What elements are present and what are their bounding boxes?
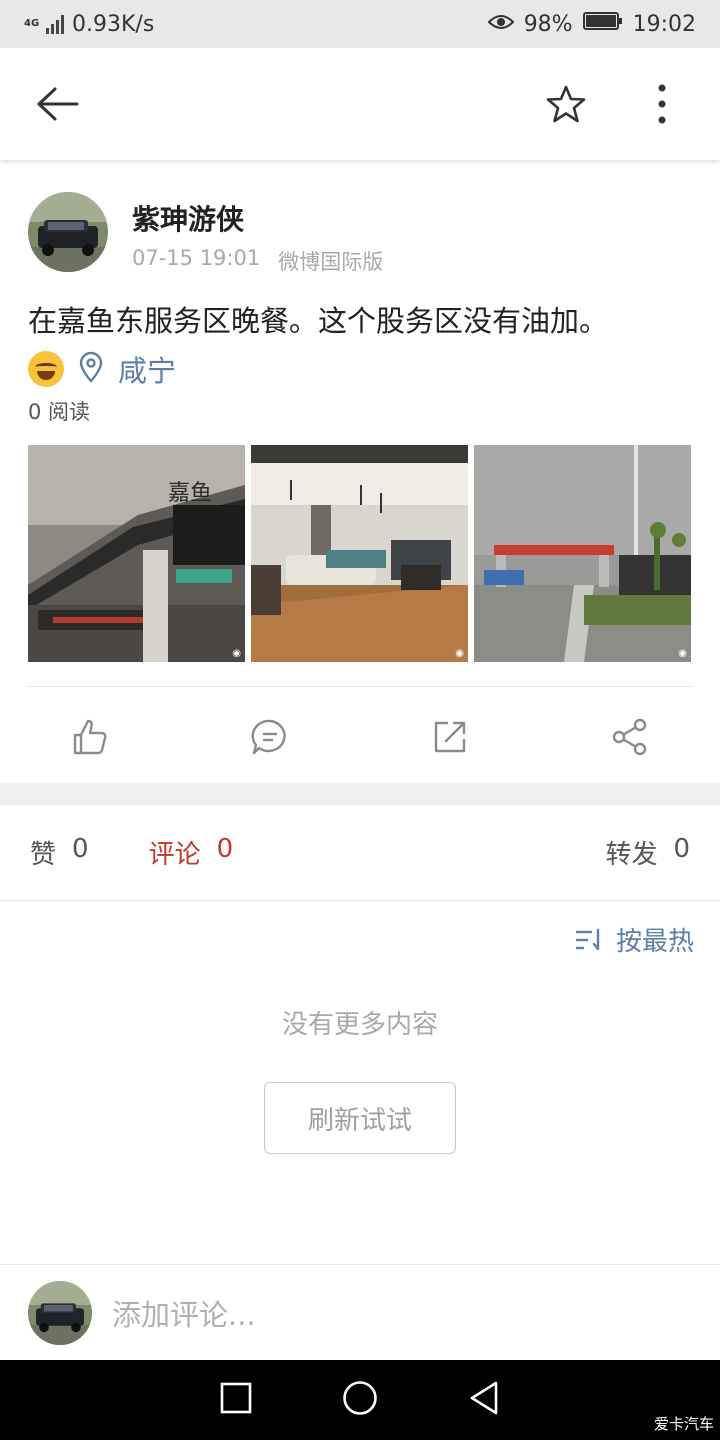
photo-2[interactable]: ◉ — [251, 445, 468, 662]
likes-label: 赞 — [30, 840, 57, 870]
sort-label: 按最热 — [615, 927, 694, 957]
post-header: 紫珅游侠 07-15 19:01 微博国际版 — [0, 170, 720, 280]
battery-icon — [582, 11, 623, 37]
action-row — [0, 700, 720, 774]
location-link[interactable]: 咸宁 — [118, 348, 176, 390]
location-row: 咸宁 — [28, 348, 176, 390]
clock: 19:02 — [632, 11, 696, 37]
square-icon — [220, 1382, 252, 1414]
reposts-tab[interactable]: 转发 0 — [605, 834, 690, 871]
user-avatar — [28, 1280, 92, 1345]
thumbs-up-icon — [73, 719, 107, 755]
comment-input[interactable]: 添加评论... — [112, 1292, 256, 1334]
share-button[interactable] — [540, 700, 720, 774]
photo-1[interactable]: 嘉鱼 ◉ — [28, 445, 245, 662]
repost-button[interactable] — [360, 700, 540, 774]
status-bar: 4G 0.93K/s 98% 19:02 — [0, 0, 720, 48]
arrow-left-icon — [37, 87, 79, 121]
more-button[interactable] — [634, 76, 690, 132]
reposts-count: 0 — [673, 834, 690, 864]
recents-button[interactable] — [220, 1382, 252, 1418]
post-time: 07-15 19:01 — [132, 246, 261, 270]
post-source: 微博国际版 — [278, 250, 384, 274]
network-speed: 0.93K/s — [72, 11, 155, 37]
system-nav-bar: 爱卡汽车 — [0, 1360, 720, 1440]
back-nav-button[interactable] — [468, 1380, 500, 1420]
app-bar — [0, 48, 720, 160]
likes-count: 0 — [72, 834, 89, 864]
comment-button[interactable] — [180, 700, 360, 774]
divider — [28, 686, 692, 687]
laugh-cry-emoji-icon — [28, 351, 64, 387]
post-card: 紫珅游侠 07-15 19:01 微博国际版 在嘉鱼东服务区晚餐。这个股务区没有… — [0, 170, 720, 756]
section-separator — [0, 783, 720, 805]
watermark: 爱卡汽车 — [653, 1415, 714, 1433]
home-button[interactable] — [342, 1380, 378, 1420]
signal-icon — [46, 14, 64, 34]
post-text: 在嘉鱼东服务区晚餐。这个股务区没有油加。 — [28, 304, 609, 338]
weibo-watermark-icon: ◉ — [232, 648, 241, 659]
sort-button[interactable]: 按最热 — [574, 921, 694, 958]
status-left: 4G 0.93K/s — [24, 12, 154, 37]
more-vertical-icon — [658, 84, 666, 124]
svg-text:嘉鱼: 嘉鱼 — [168, 481, 212, 506]
photo-grid: 嘉鱼 ◉ ◉ ◉ — [28, 445, 691, 662]
back-button[interactable] — [30, 76, 86, 132]
sort-icon — [575, 928, 600, 950]
favorite-button[interactable] — [538, 76, 594, 132]
author-avatar[interactable] — [28, 192, 108, 272]
likes-tab[interactable]: 赞 0 — [30, 834, 89, 871]
weibo-watermark-icon: ◉ — [455, 648, 464, 659]
battery-level: 98% — [523, 11, 573, 37]
post-meta: 07-15 19:01 微博国际版 — [132, 246, 383, 276]
comments-tab[interactable]: 评论 0 — [149, 834, 234, 871]
weibo-watermark-icon: ◉ — [678, 648, 687, 659]
comment-bubble-icon — [251, 719, 286, 755]
circle-icon — [343, 1381, 377, 1415]
comments-label: 评论 — [148, 840, 201, 870]
triangle-back-icon — [470, 1381, 498, 1415]
refresh-button[interactable]: 刷新试试 — [264, 1082, 456, 1154]
network-type: 4G — [24, 18, 40, 29]
eye-icon — [487, 12, 515, 37]
comments-count: 0 — [216, 834, 234, 864]
like-button[interactable] — [0, 700, 180, 774]
photo-3[interactable]: ◉ — [474, 445, 691, 662]
share-nodes-icon — [612, 718, 647, 756]
reposts-label: 转发 — [605, 840, 658, 870]
stats-bar: 赞 0 评论 0 转发 0 — [0, 805, 720, 901]
comment-bar: 添加评论... — [0, 1264, 720, 1360]
location-pin-icon — [78, 351, 104, 387]
share-box-icon — [434, 721, 466, 753]
author-name[interactable]: 紫珅游侠 — [132, 198, 244, 238]
star-outline-icon — [546, 85, 586, 123]
status-right: 98% 19:02 — [487, 11, 696, 37]
empty-state-text: 没有更多内容 — [281, 1010, 438, 1040]
read-count: 0 阅读 — [28, 400, 91, 424]
